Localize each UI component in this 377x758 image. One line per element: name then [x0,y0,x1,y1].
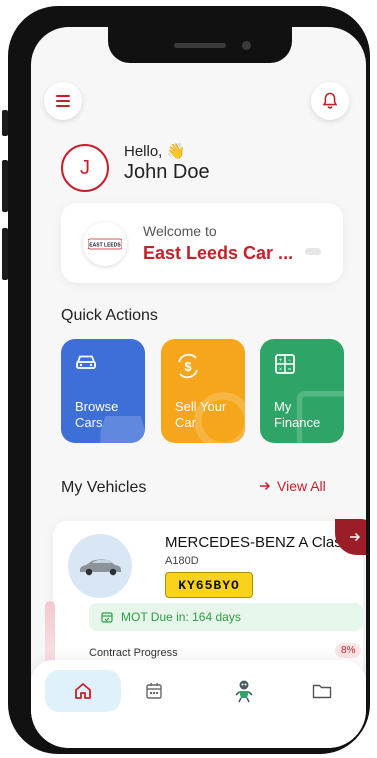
svg-text:+: + [279,358,283,364]
my-finance-button[interactable]: + − × = My Finance [260,339,344,443]
svg-text:−: − [288,358,292,364]
nav-assistant[interactable] [219,670,269,712]
my-vehicles-title: My Vehicles [61,479,147,496]
svg-text:$: $ [184,359,192,374]
quick-actions-title: Quick Actions [61,307,158,324]
calendar-icon [146,683,162,699]
svg-text:×: × [279,367,283,373]
mot-due-banner: MOT Due in: 164 days [89,603,363,631]
avatar-initial: J [80,156,90,179]
dealer-logo-mark: EAST LEEDS [88,238,122,250]
calendar-check-icon [101,612,113,623]
car-icon [76,355,96,369]
hamburger-menu-icon [56,95,70,107]
svg-text:EAST LEEDS: EAST LEEDS [89,243,121,249]
dollar-sign-icon: $ [178,353,198,379]
license-plate: KY65BYO [165,572,253,598]
browse-cars-button[interactable]: Browse Cars [61,339,145,443]
phone-frame: J Hello, 👋 John Doe EAST LEEDS Welcome t… [8,6,370,754]
mascot-icon [235,680,253,703]
bottom-navigation [31,660,366,748]
sell-your-car-label: Sell Your Car [175,399,227,430]
view-all-link[interactable]: View All [259,478,326,494]
phone-notch [108,27,292,63]
mot-due-text: MOT Due in: 164 days [121,610,241,624]
svg-text:=: = [288,367,292,373]
car-photo-icon [80,559,121,576]
my-finance-label: My Finance [274,399,321,430]
contract-progress-percent: 8% [335,643,362,658]
car-image [68,534,132,598]
vehicle-name: MERCEDES-BENZ A Class [165,534,350,551]
nav-calendar[interactable] [129,670,179,712]
greeting-hello: Hello, 👋 [124,143,186,160]
welcome-subtitle: Welcome to [143,223,217,239]
nav-documents[interactable] [297,670,347,712]
browse-cars-label: Browse Cars [75,399,119,430]
notch-camera [242,41,251,50]
dealer-logo: EAST LEEDS [83,222,127,266]
avatar[interactable]: J [61,144,109,192]
dealer-name: East Leeds Car ... [143,243,294,263]
arrow-right-icon [350,532,361,542]
arrow-right-icon [260,481,271,491]
sell-your-car-button[interactable]: $ Sell Your Car [161,339,245,443]
user-name: John Doe [124,161,210,183]
calculator-icon: + − × = [275,354,295,374]
nav-home[interactable] [45,670,121,712]
bell-icon [322,92,338,109]
app-screen: J Hello, 👋 John Doe EAST LEEDS Welcome t… [31,27,366,748]
view-all-label: View All [277,478,326,494]
vehicle-card[interactable]: MERCEDES-BENZ A Class A180D KY65BYO MOT … [45,519,366,681]
folder-icon [312,684,332,699]
dealer-welcome-card[interactable]: EAST LEEDS Welcome to East Leeds Car ... [61,203,343,283]
notifications-button[interactable] [311,82,349,120]
indicator-pill [305,248,321,255]
menu-button[interactable] [44,82,82,120]
notch-speaker [174,43,226,48]
home-icon [75,683,91,699]
vehicle-model: A180D [165,555,199,567]
contract-progress-label: Contract Progress [89,647,178,659]
